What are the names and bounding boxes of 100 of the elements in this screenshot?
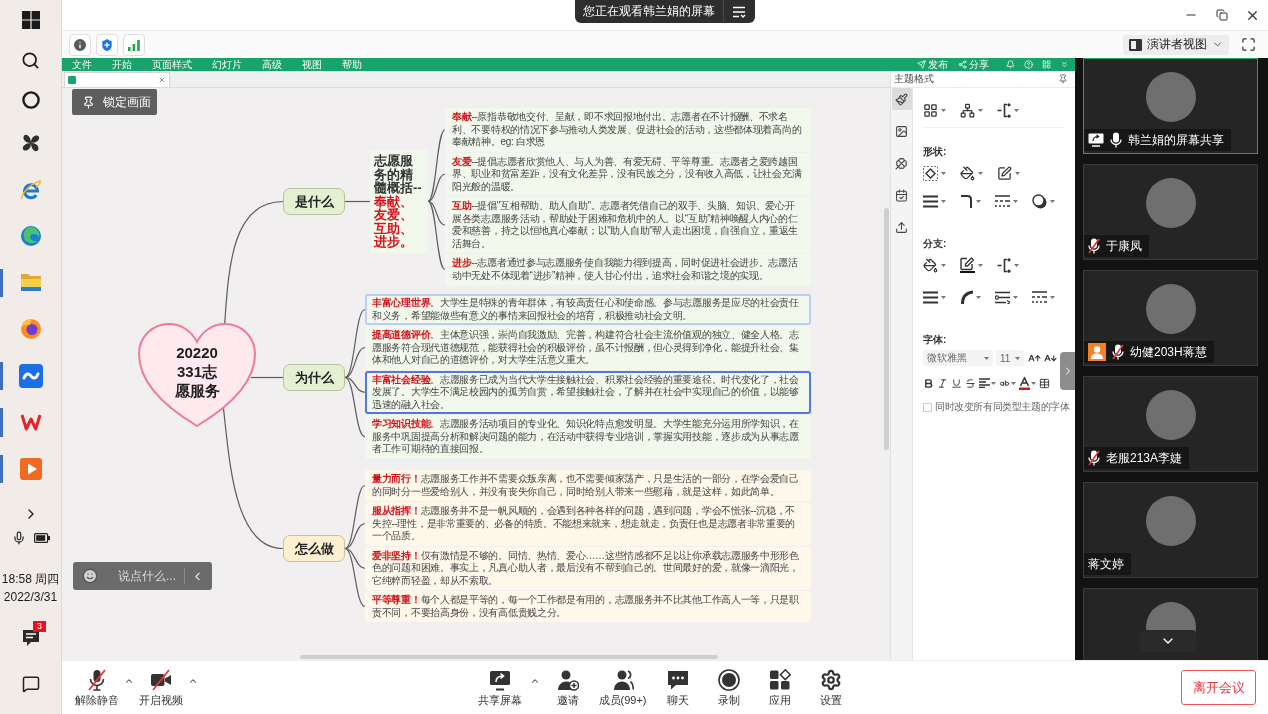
curve-icon[interactable] [960, 290, 973, 304]
detail-topic[interactable]: 进步--志愿者通过参与志愿服务使自我能力得到提高，同时促进社会进步。志愿活动中无处不体现着“进步”精神，使人甘心付出，追求社会和谐之境的实现。 [445, 254, 811, 285]
branch-topic[interactable]: 怎么做 [283, 535, 345, 562]
video-tile[interactable]: 蒋文婷 [1083, 482, 1258, 578]
shadow-icon[interactable] [1032, 193, 1047, 209]
border-icon[interactable] [997, 165, 1012, 181]
invite-button[interactable]: 邀请 [544, 668, 591, 707]
video-button[interactable]: 开启视频 [136, 668, 186, 707]
caret-icon[interactable] [976, 295, 981, 299]
heart-topic[interactable]: 20220331志愿服务 [137, 322, 257, 430]
video-tile[interactable]: 韩兰娟的屏幕共享 [1083, 58, 1258, 154]
caret-icon[interactable] [991, 381, 996, 385]
caret-icon[interactable] [941, 171, 946, 175]
caret-icon[interactable] [941, 199, 946, 203]
fullscreen-icon[interactable] [1241, 37, 1256, 52]
smile-icon[interactable] [82, 568, 98, 584]
caret-icon[interactable] [941, 263, 946, 267]
record-button[interactable]: 录制 [705, 668, 752, 707]
detail-topic[interactable]: 奉献--原指恭敬地交付、呈献，即不求回报地付出。志愿者在不计报酬、不求名利、不要特权的情况下参与推动人类发展、促进社会的活动，这些都体现着高尚的奉献精神。eg: 白求恩 [445, 108, 811, 152]
font-color-icon[interactable] [1019, 376, 1030, 390]
strikethrough-icon[interactable] [965, 377, 976, 389]
menu-icon[interactable] [732, 5, 746, 18]
caret-icon[interactable] [978, 263, 983, 267]
detail-topic[interactable]: 互助--提倡"互相帮助、助人自助"。志愿者凭借自己的双手、头脑、知识、爱心开展各类志愿服务活动，帮助处于困难和危机中的人。以“互助”精神唤醒人内心的仁爱和慈善，持之以恒地真心奉献；以"助人自助"帮人走出困境，自强自立，重返生活舞台。 [445, 197, 811, 253]
chat-button[interactable]: 聊天 [654, 668, 701, 707]
scrollbar-thumb[interactable] [884, 208, 889, 450]
caret-icon[interactable] [976, 199, 981, 203]
align-left-icon[interactable] [979, 378, 990, 388]
detail-topic[interactable]: 丰富心理世界。大学生是特殊的青年群体，有较高责任心和使命感。参与志愿服务是应尽的社会责任和义务，希望能做些有意义的事情来回报社会的培育，积极推动社会文明。 [365, 294, 811, 325]
swirl-app-icon[interactable] [19, 225, 42, 248]
font-size-select[interactable]: 11 [996, 350, 1024, 366]
zigzag-app-icon[interactable] [19, 413, 42, 432]
orb-app-icon[interactable] [19, 318, 42, 341]
battery-icon[interactable] [33, 533, 50, 543]
detail-topic[interactable]: 友爱--提倡志愿者欣赏他人、与人为善、有爱无碍、平等尊重。志愿者之爱跨越国界、职业和贫富差距，没有文化差异，没有民族之分，没有收入高低，让社会充满阳光般的温暖。 [445, 152, 811, 196]
pin-icon[interactable] [1058, 74, 1068, 84]
caret-icon[interactable] [1050, 295, 1055, 299]
info-button[interactable] [69, 33, 91, 56]
document-tab[interactable] [64, 72, 170, 87]
start-icon[interactable] [21, 11, 40, 29]
line-style-icon[interactable] [995, 290, 1010, 304]
caret-icon[interactable] [1050, 199, 1055, 203]
checkbox[interactable] [923, 402, 932, 412]
mic-icon[interactable] [11, 531, 26, 545]
font-select[interactable]: 微软雅黑 [923, 350, 993, 366]
share-screen-button[interactable]: 共享屏幕 [474, 668, 525, 707]
unmute-button[interactable]: 解除静音 [72, 668, 122, 707]
e-logo-icon[interactable] [19, 178, 42, 201]
play-app-icon[interactable] [19, 457, 42, 480]
detail-topic[interactable]: 平等尊重！每个人都是平等的，每一个工作都是有用的，志愿服务并不比其他工作高人一等，只是职责不同，不要抬高身份，没有高低贵贱之分。 [365, 591, 811, 622]
caret-icon[interactable] [978, 109, 983, 112]
detail-topic[interactable]: 提高道德评价。主体意识强，崇尚自我激励、完善，构建符合社会主流价值观的独立、健全人格。志愿服务符合现代道德规范，能获得社会的积极评价，虽不计报酬，但心灵得到净化，能提升社会、集体和他人对自己的道德评价，对大学生活意义重大。 [365, 326, 811, 370]
folder-icon[interactable] [19, 273, 42, 293]
lock-screen-button[interactable]: 锁定画面 [72, 89, 157, 115]
detail-topic[interactable]: 爱非坚持！仅有激情是不够的。同情、热情、爱心……这些情感都不足以让你承载志愿服务中形形色色的问题和困难。事实上，凡真心助人者，最后没有不帮到自己的。世间最好的爱，就像一滴阳光，它纯粹而轻盈，却从不索取。 [365, 546, 811, 590]
chat-input-field[interactable]: 说点什么... [118, 569, 182, 583]
caret-icon[interactable] [941, 295, 946, 299]
search-icon[interactable] [21, 50, 40, 70]
corner-icon[interactable] [960, 194, 973, 208]
detail-topic[interactable]: 学习知识技能。志愿服务活动项目的专业化、知识化特点愈发明显。大学生能充分运用所学知识，在服务中巩固提高分析和解决问题的能力，在活动中获得专业培训，掌握实用技能，逐步成为从事志愿者工作可期待的直接回报。 [365, 415, 811, 459]
apps-button[interactable]: 应用 [756, 668, 803, 707]
caret-icon[interactable] [1014, 263, 1019, 267]
bracket-icon[interactable] [997, 103, 1011, 118]
shape-icon[interactable] [923, 165, 938, 181]
branch-topic[interactable]: 为什么 [283, 364, 345, 391]
notification-icon[interactable] [21, 629, 40, 647]
line-weight-icon[interactable] [923, 290, 938, 304]
clock-button[interactable]: 18:58 周四 2022/3/31 [0, 570, 61, 606]
video-tile[interactable]: 于康凤 [1083, 164, 1258, 260]
members-button[interactable]: 成员(99+) [595, 668, 650, 707]
text-case-icon[interactable] [999, 377, 1010, 389]
settings-button[interactable]: 设置 [807, 668, 854, 707]
layout-grid-icon[interactable] [923, 103, 938, 118]
bracket-icon[interactable] [997, 257, 1011, 273]
scroll-down-button[interactable] [1140, 630, 1196, 652]
table-icon[interactable] [1039, 377, 1050, 389]
underline-icon[interactable] [951, 377, 962, 389]
caret-icon[interactable] [1031, 381, 1036, 385]
grid-icon[interactable] [1042, 60, 1051, 69]
message-icon[interactable] [21, 675, 40, 693]
detail-topic[interactable]: 量力而行！志愿服务工作并不需要众叛亲离，也不需要倾家荡产，只是生活的一部分，在学会爱自己的同时分一些爱给别人，并没有丧失你自己，同时给别人带来一些慰藉，就是这样，如此简单。 [365, 470, 811, 501]
restore-icon[interactable] [1215, 9, 1228, 21]
branch-topic[interactable]: 是什么 [283, 188, 345, 215]
video-tile[interactable]: 幼健203H蒋慧 [1083, 270, 1258, 366]
caret-icon[interactable] [978, 171, 983, 175]
fill-icon[interactable] [923, 257, 938, 273]
caret-icon[interactable] [1015, 171, 1020, 175]
dash-style-icon[interactable] [995, 195, 1010, 207]
summary-topic[interactable]: 志愿服务的精髓概括-- 奉献、友爱、互助、进步。 [370, 150, 428, 253]
signal-button[interactable] [123, 33, 145, 56]
line-weight-icon[interactable] [923, 194, 938, 208]
caret-icon[interactable] [1013, 199, 1018, 203]
fill-icon[interactable] [960, 165, 975, 181]
dash-style-icon[interactable] [1032, 291, 1047, 303]
wave-app-icon[interactable] [18, 363, 43, 388]
bold-icon[interactable] [923, 377, 934, 389]
ring-icon[interactable] [21, 91, 40, 109]
video-tile[interactable]: 老服213A李婕 [1083, 376, 1258, 472]
structure-icon[interactable] [960, 103, 975, 118]
caret-icon[interactable] [1014, 109, 1019, 112]
